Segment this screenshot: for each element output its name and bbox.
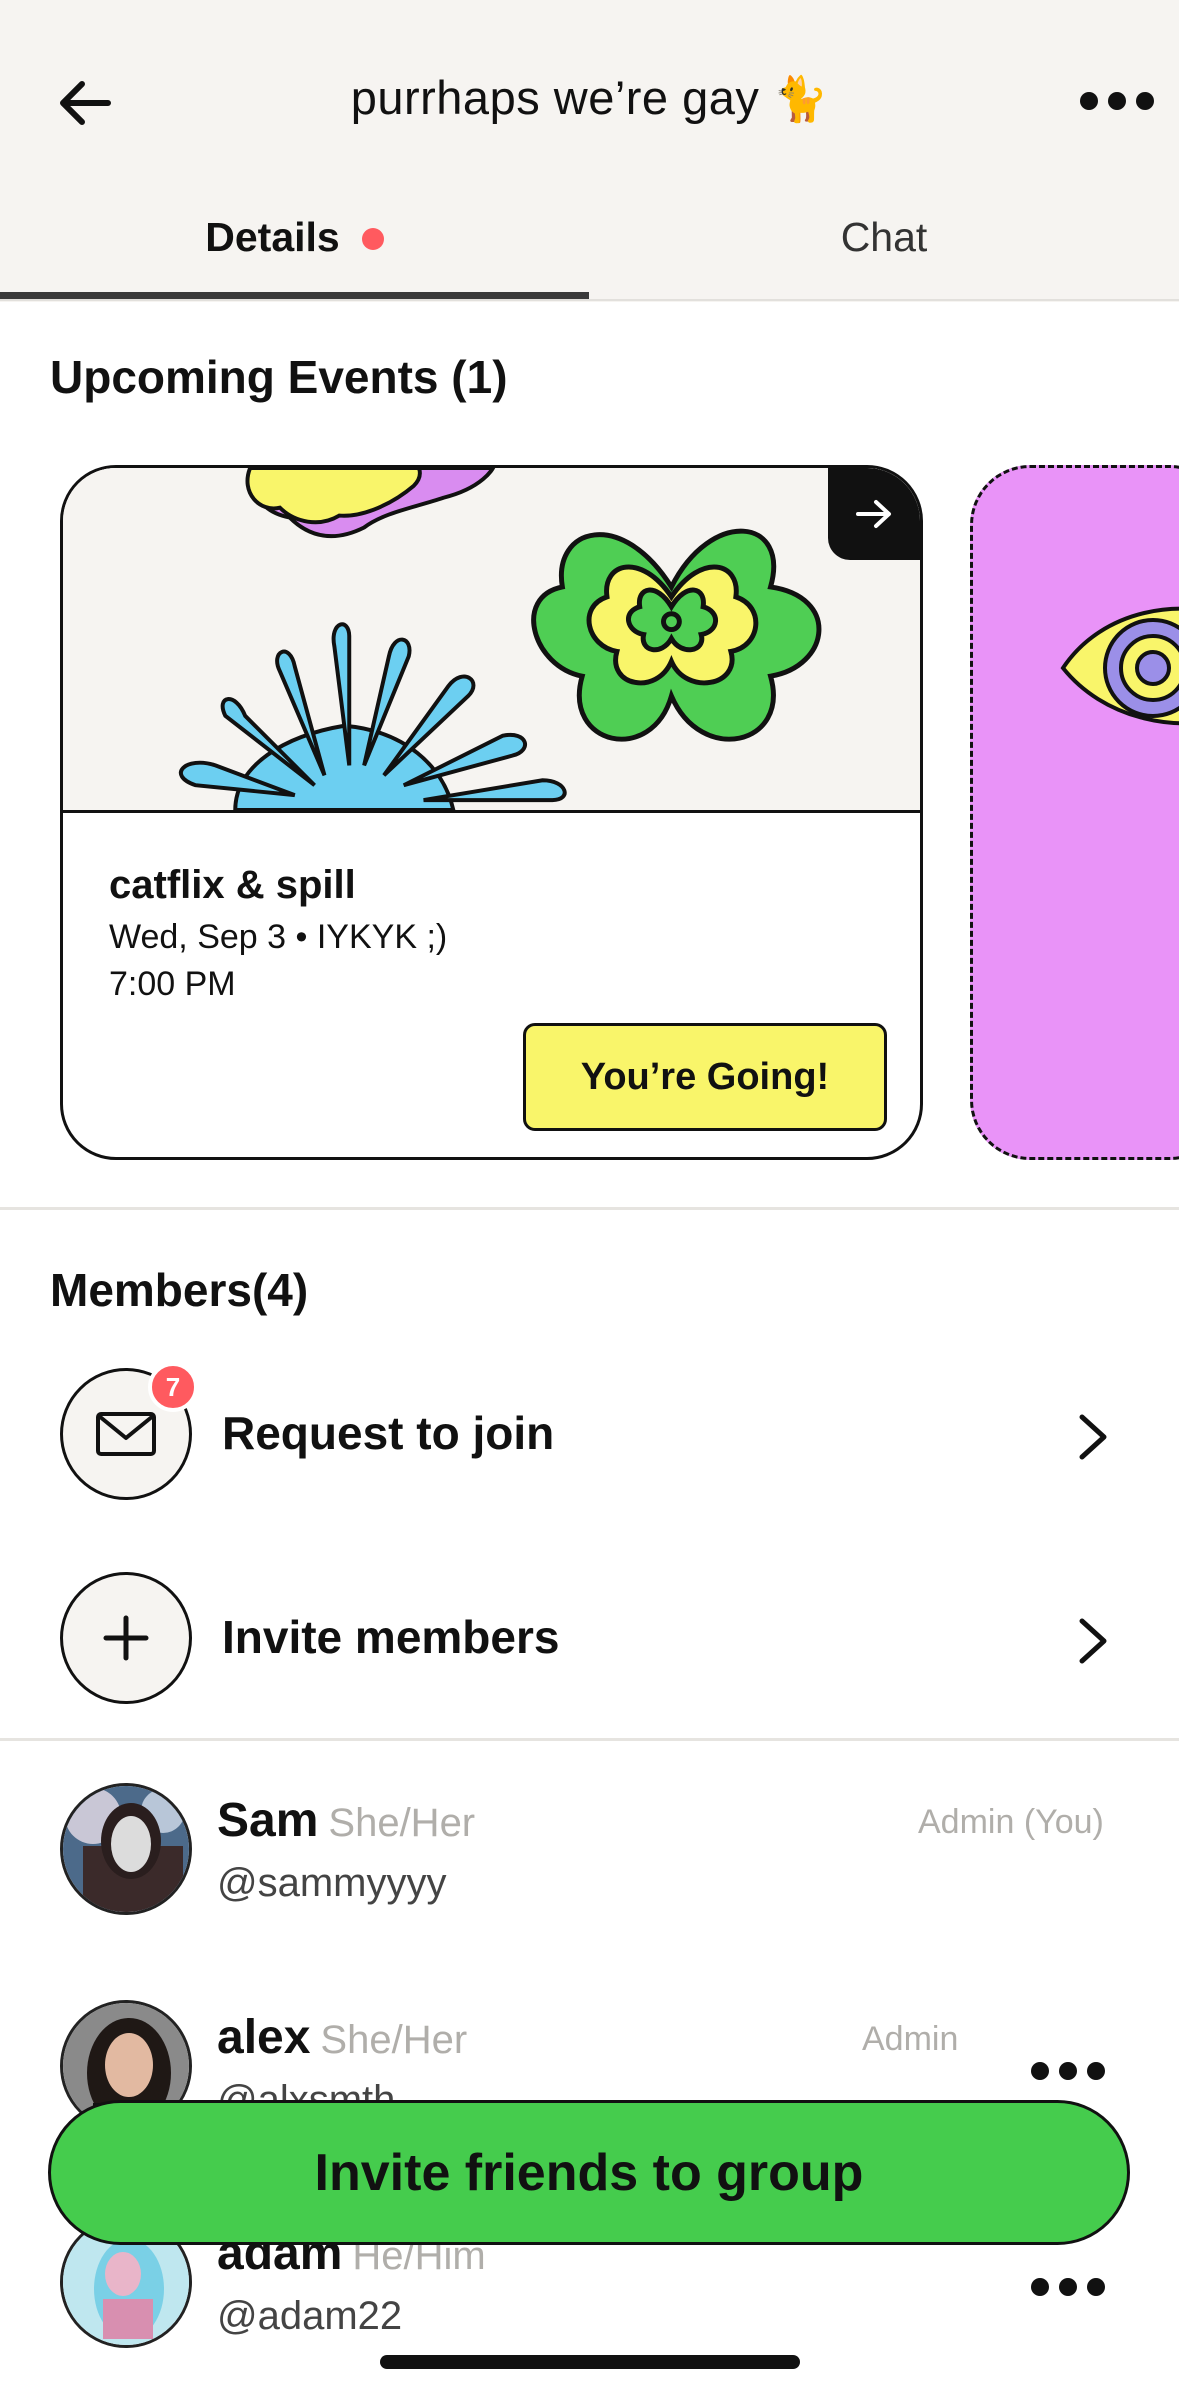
request-to-join-row[interactable]: 7 Request to join [0, 1362, 1179, 1508]
going-button[interactable]: You’re Going! [523, 1023, 887, 1131]
tab-details[interactable]: Details [0, 190, 589, 302]
event-artwork [63, 468, 920, 813]
request-count-badge: 7 [148, 1362, 198, 1412]
home-indicator [380, 2355, 800, 2369]
event-time: 7:00 PM [109, 965, 236, 1003]
tab-chat-label: Chat [840, 214, 928, 260]
chevron-right-icon [1079, 1414, 1107, 1460]
invite-members-label: Invite members [222, 1611, 560, 1663]
group-name: purrhaps we’re gay [350, 71, 760, 124]
plus-icon [103, 1615, 149, 1661]
avatar [60, 1783, 192, 1915]
header: purrhaps we’re gay 🐈 Details Chat [0, 0, 1179, 302]
member-handle: @adam22 [217, 2294, 403, 2338]
event-date: Wed, Sep 3 • IYKYK ;) [109, 918, 448, 956]
more-horizontal-icon[interactable] [1028, 2058, 1108, 2084]
member-row[interactable]: Sam She/Her @sammyyyy Admin (You) [0, 1783, 1179, 1963]
request-to-join-label: Request to join [222, 1407, 555, 1459]
member-name: Sam She/Her [217, 1793, 475, 1848]
event-card-next[interactable] [970, 465, 1179, 1160]
more-horizontal-icon[interactable] [1077, 86, 1157, 116]
member-pronouns: She/Her [328, 1801, 476, 1845]
event-name: catflix & spill [109, 863, 356, 907]
events-section-title: Upcoming Events (1) [50, 351, 508, 403]
open-event-button[interactable] [828, 468, 920, 560]
member-name: alex She/Her [217, 2010, 467, 2065]
page-title: purrhaps we’re gay 🐈 [0, 70, 1179, 125]
invite-friends-button[interactable]: Invite friends to group [48, 2100, 1130, 2245]
member-handle: @sammyyyy [217, 1861, 447, 1905]
members-section-title: Members(4) [50, 1264, 309, 1316]
invite-icon-circle [60, 1572, 192, 1704]
arrow-right-icon [856, 500, 891, 528]
event-card[interactable]: catflix & spill Wed, Sep 3 • IYKYK ;) 7:… [60, 465, 923, 1160]
tab-details-label: Details [205, 214, 340, 260]
members-divider [0, 1738, 1179, 1741]
tab-bar: Details Chat [0, 190, 1179, 302]
chevron-right-icon [1079, 1618, 1107, 1664]
member-role: Admin [862, 2020, 959, 2058]
member-name-text: Sam [217, 1794, 319, 1847]
section-divider [0, 1207, 1179, 1210]
tab-chat[interactable]: Chat [589, 190, 1179, 302]
tab-divider [0, 299, 1179, 301]
mail-icon [96, 1412, 156, 1456]
member-pronouns: She/Her [320, 2018, 468, 2062]
notification-dot [361, 228, 384, 250]
cat-emoji: 🐈 [772, 75, 829, 124]
member-name-text: alex [217, 2011, 311, 2064]
more-horizontal-icon[interactable] [1028, 2274, 1108, 2300]
invite-members-row[interactable]: Invite members [0, 1572, 1179, 1712]
eye-artwork [1060, 606, 1179, 726]
member-role: Admin (You) [918, 1803, 1104, 1841]
